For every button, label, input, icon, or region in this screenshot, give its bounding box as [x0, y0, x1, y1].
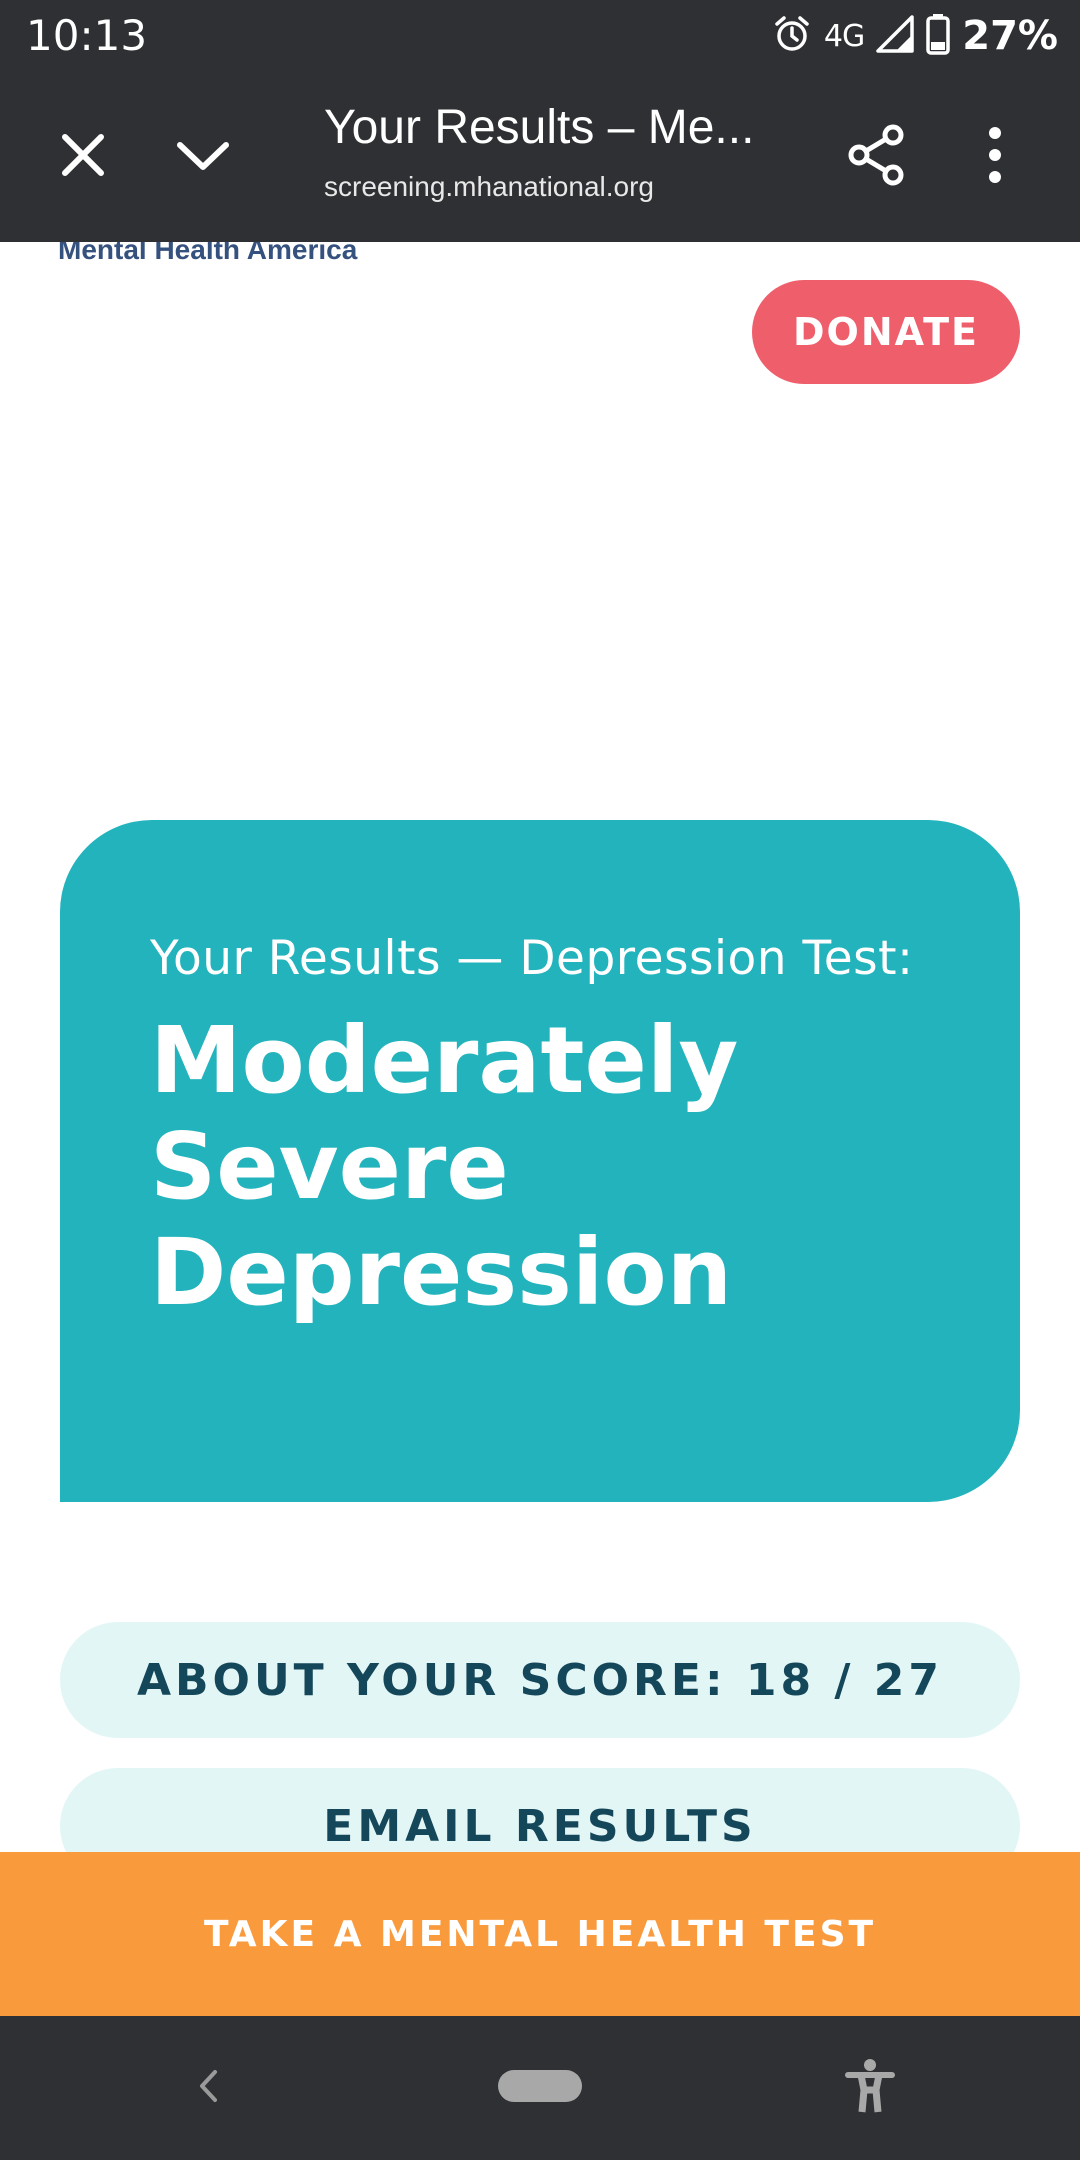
close-icon: [59, 131, 107, 184]
about-score-button[interactable]: ABOUT YOUR SCORE: 18 / 27: [60, 1622, 1020, 1738]
result-value: Moderately Severe Depression: [150, 1007, 739, 1326]
home-button[interactable]: [490, 2016, 590, 2160]
chevron-down-icon: [174, 135, 232, 180]
battery-percent: 27%: [962, 13, 1058, 59]
more-options-button[interactable]: [940, 72, 1050, 242]
email-results-button[interactable]: EMAIL RESULTS: [60, 1768, 1020, 1852]
accessibility-icon: [845, 2058, 895, 2119]
home-pill-icon: [498, 2069, 582, 2107]
minimize-button[interactable]: [148, 72, 258, 242]
page-url: screening.mhanational.org: [324, 171, 654, 202]
status-time: 10:13: [26, 11, 148, 60]
battery-icon: [926, 13, 950, 60]
signal-icon: [876, 14, 914, 58]
result-label: Your Results — Depression Test:: [150, 931, 914, 986]
status-icons: 4G 27%: [772, 10, 1058, 62]
result-card: Your Results — Depression Test: Moderate…: [60, 820, 1020, 1502]
status-bar: 10:13 4G 27%: [0, 0, 1080, 72]
accessibility-button[interactable]: [830, 2016, 910, 2160]
page-content: Mental Health America DONATE Your Result…: [0, 242, 1080, 1852]
system-nav-bar: [0, 2016, 1080, 2160]
org-logo-text[interactable]: Mental Health America: [58, 242, 357, 266]
page-title: Your Results – Me...: [324, 101, 755, 154]
take-test-button[interactable]: TAKE A MENTAL HEALTH TEST: [0, 1852, 1080, 2016]
more-vert-icon: [987, 126, 1003, 188]
back-icon: [196, 2068, 220, 2109]
donate-button[interactable]: DONATE: [752, 280, 1020, 384]
browser-toolbar: Your Results – Me... screening.mhanation…: [0, 72, 1080, 242]
back-button[interactable]: [170, 2016, 246, 2160]
network-type: 4G: [823, 18, 865, 54]
alarm-icon: [772, 14, 812, 59]
share-icon: [847, 123, 907, 192]
close-button[interactable]: [28, 72, 138, 242]
share-button[interactable]: [822, 72, 932, 242]
